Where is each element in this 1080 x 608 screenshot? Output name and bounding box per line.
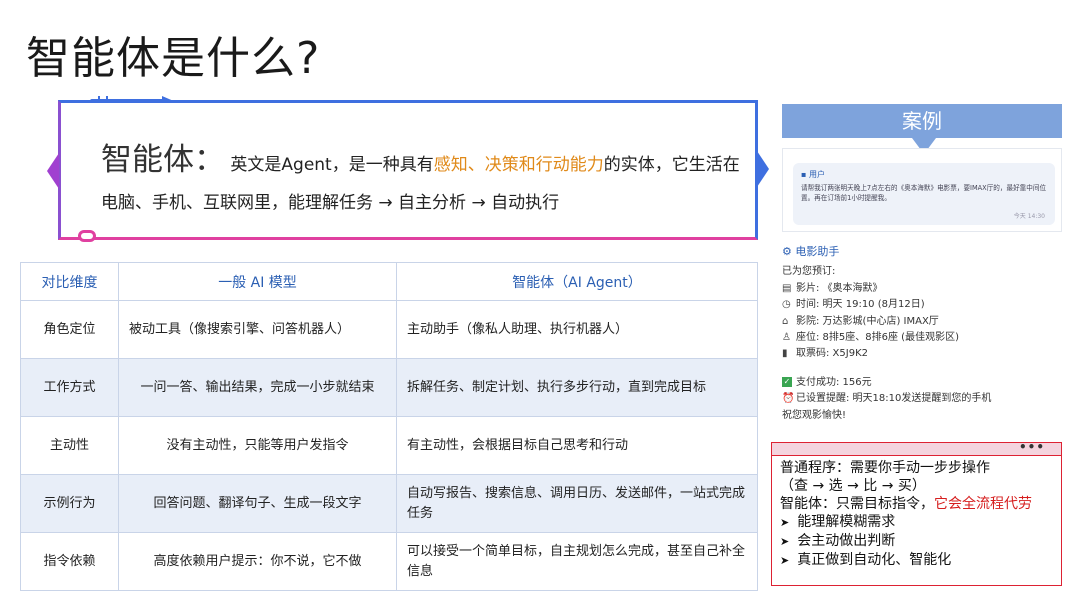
row-dimension: 角色定位 bbox=[20, 300, 119, 359]
summary-bullet: ➤ 能理解模糊需求 bbox=[780, 514, 896, 530]
definition-text: 智能体： 英文是Agent，是一种具有感知、决策和行动能力的实体，它生活在电脑、… bbox=[101, 141, 741, 222]
comparison-table: 对比维度 一般 AI 模型 智能体（AI Agent） 角色定位 被动工具（像搜… bbox=[20, 262, 758, 591]
cinema-line: ⌂ 影院: 万达影城(中心店) IMAX厅 bbox=[782, 314, 1062, 330]
summary-line-2: （查 → 选 → 比 → 买） bbox=[780, 478, 926, 494]
code-line: ▮ 取票码: X5J9K2 bbox=[782, 346, 1062, 362]
booked-line: 已为您预订: bbox=[782, 266, 836, 278]
cinema-icon: ⌂ bbox=[782, 315, 789, 327]
more-icon: ••• bbox=[1018, 440, 1045, 454]
table-row: 角色定位 被动工具（像搜索引擎、问答机器人） 主动助手（像私人助理、执行机器人） bbox=[20, 300, 758, 359]
paid-line: ✓ 支付成功: 156元 bbox=[782, 376, 872, 388]
case-header: 案例 bbox=[782, 104, 1062, 138]
row-agent-cell: 主动助手（像私人助理、执行机器人） bbox=[396, 300, 758, 359]
row-ai-cell: 没有主动性，只能等用户发指令 bbox=[118, 416, 397, 475]
movie-line: ▤ 影片: 《奥本海默》 bbox=[782, 281, 1062, 297]
definition-box: 智能体： 英文是Agent，是一种具有感知、决策和行动能力的实体，它生活在电脑、… bbox=[47, 100, 769, 240]
definition-term: 智能体： bbox=[101, 142, 225, 178]
header-dimension: 对比维度 bbox=[20, 262, 119, 301]
seat-icon: ♙ bbox=[782, 332, 791, 344]
summary-body: 普通程序：需要你手动一步步操作 （查 → 选 → 比 → 买） 智能体：只需目标… bbox=[772, 456, 1061, 573]
message-time: 今天 14:30 bbox=[1013, 213, 1045, 220]
table-row: 示例行为 回答问题、翻译句子、生成一段文字 自动写报告、搜索信息、调用日历、发送… bbox=[20, 474, 758, 533]
table-header-row: 对比维度 一般 AI 模型 智能体（AI Agent） bbox=[20, 262, 758, 301]
table-row: 主动性 没有主动性，只能等用户发指令 有主动性，会根据目标自己思考和行动 bbox=[20, 416, 758, 475]
alarm-icon: ⏰ bbox=[782, 393, 795, 405]
summary-line-1: 普通程序：需要你手动一步步操作 bbox=[780, 460, 990, 476]
user-message-bubble: ▪ 用户 请帮我订两张明天晚上7点左右的《奥本海默》电影票，要IMAX厅的，最好… bbox=[793, 163, 1055, 225]
row-agent-cell: 可以接受一个简单目标，自主规划怎么完成，甚至自己补全信息 bbox=[396, 532, 758, 591]
wish-line: 祝您观影愉快! bbox=[782, 409, 847, 421]
row-ai-cell: 高度依赖用户提示：你不说，它不做 bbox=[118, 532, 397, 591]
phone-icon: ▮ bbox=[782, 348, 788, 360]
arrow-bullet-icon: ➤ bbox=[780, 516, 790, 529]
row-ai-cell: 回答问题、翻译句子、生成一段文字 bbox=[118, 474, 397, 533]
table-row: 工作方式 一问一答、输出结果，完成一小步就结束 拆解任务、制定计划、执行多步行动… bbox=[20, 358, 758, 417]
row-ai-cell: 被动工具（像搜索引擎、问答机器人） bbox=[118, 300, 397, 359]
row-agent-cell: 拆解任务、制定计划、执行多步行动，直到完成目标 bbox=[396, 358, 758, 417]
summary-line-3: 智能体：只需目标指令，它会全流程代劳 bbox=[780, 496, 1032, 512]
chat-screenshot: ▪ 用户 请帮我订两张明天晚上7点左右的《奥本海默》电影票，要IMAX厅的，最好… bbox=[782, 148, 1062, 232]
summary-bullet: ➤ 会主动做出判断 bbox=[780, 533, 896, 549]
arrow-bullet-icon: ➤ bbox=[780, 535, 790, 548]
clock-icon: ◷ bbox=[782, 299, 791, 311]
definition-text-a: 英文是Agent，是一种具有 bbox=[230, 155, 434, 175]
time-line: ◷ 时间: 明天 19:10 (8月12日) bbox=[782, 297, 1062, 313]
reminder-line: ⏰ 已设置提醒: 明天18:10发送提醒到您的手机 bbox=[782, 391, 1062, 407]
row-dimension: 主动性 bbox=[20, 416, 119, 475]
user-message: 请帮我订两张明天晚上7点左右的《奥本海默》电影票，要IMAX厅的，最好靠中间位置… bbox=[801, 184, 1047, 202]
table-row: 指令依赖 高度依赖用户提示：你不说，它不做 可以接受一个简单目标，自主规划怎么完… bbox=[20, 532, 758, 591]
header-agent: 智能体（AI Agent） bbox=[396, 262, 758, 301]
assistant-reply: ⚙ 电影助手 已为您预订: ▤ 影片: 《奥本海默》 ◷ 时间: 明天 19:10 … bbox=[782, 244, 1062, 424]
header-ai-model: 一般 AI 模型 bbox=[118, 262, 397, 301]
summary-box: ••• 普通程序：需要你手动一步步操作 （查 → 选 → 比 → 买） 智能体：… bbox=[771, 440, 1062, 586]
film-icon: ▤ bbox=[782, 282, 792, 294]
page-title: 智能体是什么? bbox=[26, 33, 321, 84]
check-icon: ✓ bbox=[782, 376, 792, 387]
user-name: ▪ 用户 bbox=[801, 170, 825, 179]
definition-highlight: 感知、决策和行动能力 bbox=[433, 155, 604, 175]
summary-titlebar: ••• bbox=[772, 440, 1061, 456]
row-dimension: 指令依赖 bbox=[20, 532, 119, 591]
arrow-bullet-icon: ➤ bbox=[780, 554, 790, 567]
robot-icon: ⚙ bbox=[782, 245, 796, 258]
row-agent-cell: 有主动性，会根据目标自己思考和行动 bbox=[396, 416, 758, 475]
assistant-name: ⚙ 电影助手 bbox=[782, 245, 840, 258]
row-agent-cell: 自动写报告、搜索信息、调用日历、发送邮件，一站式完成任务 bbox=[396, 474, 758, 533]
row-ai-cell: 一问一答、输出结果，完成一小步就结束 bbox=[118, 358, 397, 417]
user-avatar-icon: ▪ bbox=[801, 170, 809, 179]
summary-bullet: ➤ 真正做到自动化、智能化 bbox=[780, 552, 952, 568]
ring-decoration bbox=[78, 230, 96, 242]
seats-line: ♙ 座位: 8排5座、8排6座 (最佳观影区) bbox=[782, 330, 1062, 346]
row-dimension: 工作方式 bbox=[20, 358, 119, 417]
row-dimension: 示例行为 bbox=[20, 474, 119, 533]
